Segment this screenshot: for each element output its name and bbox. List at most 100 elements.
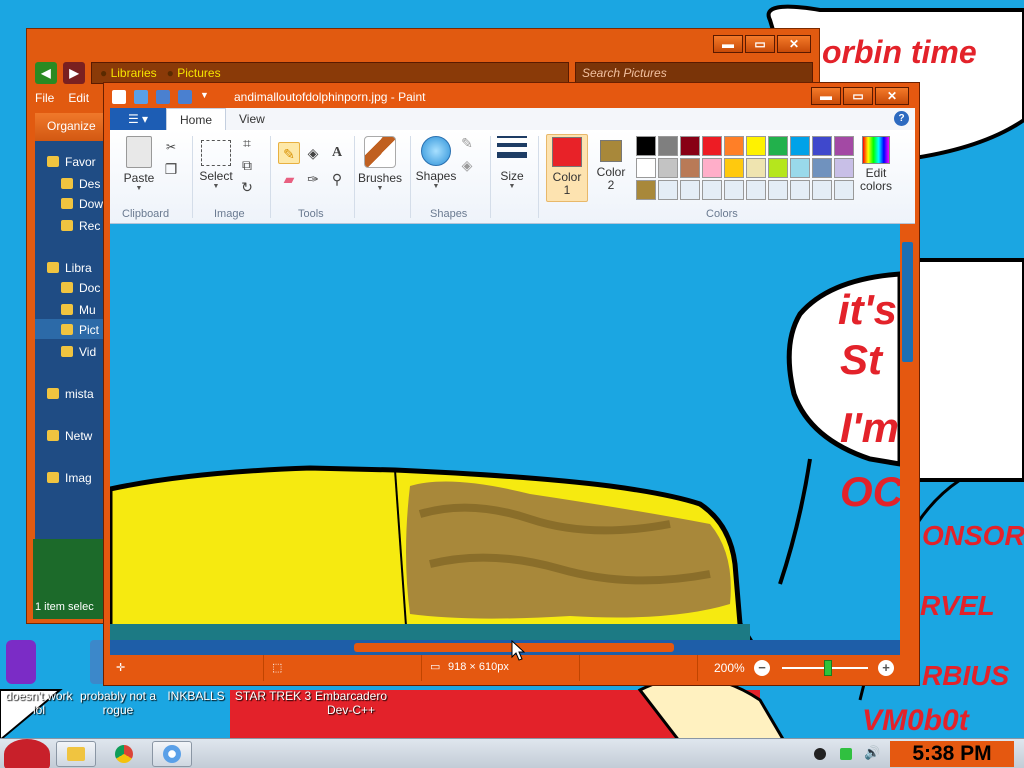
pencil-icon[interactable]: ✎ — [278, 142, 300, 164]
paste-button[interactable]: Paste ▼ — [118, 136, 160, 193]
brushes-button[interactable]: Brushes ▼ — [358, 136, 402, 193]
undo-icon[interactable] — [156, 90, 170, 104]
palette-swatch[interactable] — [680, 158, 700, 178]
edit-colors-button[interactable]: Edit colors — [854, 136, 898, 193]
palette-swatch[interactable] — [658, 180, 678, 200]
vertical-scroll-thumb[interactable] — [902, 242, 913, 362]
palette-swatch[interactable] — [724, 158, 744, 178]
menu-file[interactable]: File — [35, 91, 54, 105]
crop-icon[interactable]: ⌗ — [236, 132, 258, 154]
close-button[interactable]: ✕ — [875, 87, 909, 105]
shape-fill-icon[interactable]: ◈ — [456, 154, 478, 176]
palette-swatch[interactable] — [790, 158, 810, 178]
nav-item-videos[interactable]: Vid — [61, 345, 96, 359]
fill-icon[interactable]: ◈ — [302, 142, 324, 164]
taskbar-paint-button[interactable] — [152, 741, 192, 767]
drawing-canvas[interactable]: it's St I'm OC — [110, 224, 900, 640]
horizontal-scrollbar[interactable] — [110, 640, 900, 655]
palette-swatch[interactable] — [680, 136, 700, 156]
palette-swatch[interactable] — [702, 158, 722, 178]
nav-item-downloads[interactable]: Dow — [61, 197, 103, 211]
palette-swatch[interactable] — [702, 180, 722, 200]
zoom-slider-thumb[interactable] — [824, 660, 832, 676]
palette-swatch[interactable] — [746, 180, 766, 200]
breadcrumb-pictures[interactable]: Pictures — [167, 63, 220, 83]
zoom-out-button[interactable]: − — [754, 660, 770, 676]
shapes-button[interactable]: Shapes ▼ — [414, 136, 458, 191]
nav-item-pictures[interactable]: Pict — [61, 323, 99, 337]
palette-swatch[interactable] — [636, 136, 656, 156]
menu-edit[interactable]: Edit — [68, 91, 89, 105]
palette-swatch[interactable] — [746, 136, 766, 156]
magnifier-icon[interactable]: ⚲ — [326, 168, 348, 190]
back-button[interactable]: ◀ — [35, 62, 57, 84]
text-tool-icon[interactable]: A — [326, 142, 348, 164]
palette-swatch[interactable] — [812, 158, 832, 178]
close-button[interactable]: ✕ — [777, 35, 811, 53]
customize-qat-icon[interactable]: ▼ — [200, 90, 214, 104]
maximize-button[interactable]: ▭ — [843, 87, 873, 105]
palette-swatch[interactable] — [746, 158, 766, 178]
nav-item-user[interactable]: mista — [47, 387, 94, 401]
cut-icon[interactable]: ✂ — [160, 136, 182, 158]
size-button[interactable]: Size ▼ — [494, 136, 530, 191]
nav-item-libraries[interactable]: Libra — [47, 261, 92, 275]
desktop-icon-label[interactable]: probably not a rogue — [78, 689, 158, 717]
palette-swatch[interactable] — [636, 180, 656, 200]
desktop-icon-label[interactable]: STAR TREK 3 — [234, 689, 312, 703]
address-bar[interactable]: Libraries Pictures — [91, 62, 569, 84]
palette-swatch[interactable] — [812, 136, 832, 156]
palette-swatch[interactable] — [724, 180, 744, 200]
redo-icon[interactable] — [178, 90, 192, 104]
outline-icon[interactable]: ✎ — [456, 132, 478, 154]
save-icon[interactable] — [134, 90, 148, 104]
desktop-icon-label[interactable]: INKBALLS — [160, 689, 232, 703]
start-button[interactable] — [4, 739, 50, 768]
yahoo-icon[interactable] — [6, 640, 36, 684]
resize-icon[interactable]: ⧉ — [236, 154, 258, 176]
tab-view[interactable]: View — [226, 108, 278, 130]
minimize-button[interactable]: ▬ — [713, 35, 743, 53]
help-icon[interactable]: ? — [894, 111, 909, 126]
color-picker-icon[interactable]: ✑ — [302, 168, 324, 190]
select-button[interactable]: Select ▼ — [196, 136, 236, 191]
nav-item-music[interactable]: Mu — [61, 303, 96, 317]
nav-item-image[interactable]: Imag — [47, 471, 92, 485]
paint-window[interactable]: ▼ andimalloutofdolphinporn.jpg - Paint ▬… — [103, 82, 920, 686]
network-icon[interactable] — [840, 748, 852, 760]
tab-home[interactable]: Home — [166, 108, 227, 130]
palette-swatch[interactable] — [702, 136, 722, 156]
nav-item-network[interactable]: Netw — [47, 429, 92, 443]
vertical-scrollbar[interactable] — [900, 224, 915, 640]
taskbar-explorer-button[interactable] — [56, 741, 96, 767]
palette-swatch[interactable] — [636, 158, 656, 178]
taskbar-chrome-button[interactable] — [104, 741, 144, 767]
forward-button[interactable]: ▶ — [63, 62, 85, 84]
palette-swatch[interactable] — [658, 136, 678, 156]
palette-swatch[interactable] — [724, 136, 744, 156]
tray-dot-icon[interactable] — [814, 748, 826, 760]
palette-swatch[interactable] — [834, 136, 854, 156]
nav-item-documents[interactable]: Doc — [61, 281, 100, 295]
palette-swatch[interactable] — [834, 180, 854, 200]
palette-swatch[interactable] — [768, 180, 788, 200]
breadcrumb-libraries[interactable]: Libraries — [100, 63, 157, 83]
palette-swatch[interactable] — [790, 180, 810, 200]
palette-swatch[interactable] — [658, 158, 678, 178]
file-menu-button[interactable]: ☰ ▾ — [110, 108, 166, 130]
color2-button[interactable]: Color 2 — [592, 134, 630, 202]
zoom-in-button[interactable]: + — [878, 660, 894, 676]
minimize-button[interactable]: ▬ — [811, 87, 841, 105]
rotate-icon[interactable]: ↻ — [236, 176, 258, 198]
palette-swatch[interactable] — [790, 136, 810, 156]
eraser-icon[interactable]: ▰ — [278, 168, 300, 190]
palette-swatch[interactable] — [768, 158, 788, 178]
maximize-button[interactable]: ▭ — [745, 35, 775, 53]
desktop-icon-label[interactable]: doesn't work lol — [0, 689, 78, 717]
palette-swatch[interactable] — [680, 180, 700, 200]
paint-app-icon[interactable] — [112, 90, 126, 104]
search-input[interactable]: Search Pictures — [575, 62, 813, 84]
color1-button[interactable]: Color 1 — [546, 134, 588, 202]
nav-item-desktop[interactable]: Des — [61, 177, 100, 191]
desktop-icon-label[interactable]: Embarcadero Dev-C++ — [310, 689, 392, 717]
